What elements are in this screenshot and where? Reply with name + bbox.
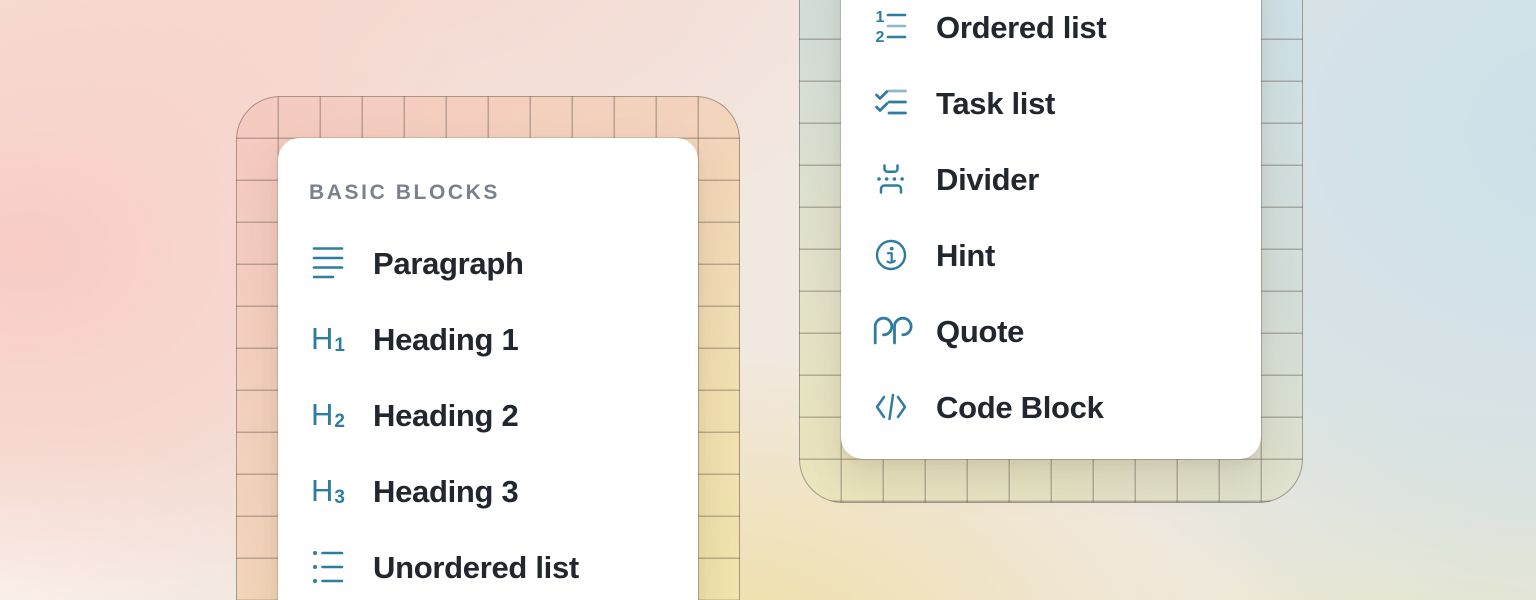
menu-item-label: Quote (936, 316, 1024, 347)
heading-2-icon: H2 (309, 396, 347, 434)
basic-blocks-list: Paragraph H1 Heading 1 H2 Heading 2 H3 Heading… (309, 225, 678, 600)
menu-item-task-list[interactable]: Task list (872, 65, 1241, 141)
menu-item-paragraph[interactable]: Paragraph (309, 225, 678, 301)
section-label: BASIC BLOCKS (309, 182, 678, 204)
menu-item-divider[interactable]: Divider (872, 141, 1241, 217)
menu-item-label: Paragraph (373, 248, 524, 279)
more-blocks-list: 12Ordered list Task list Divider Hint Qu… (872, 0, 1241, 445)
task-list-icon (872, 84, 910, 122)
menu-item-label: Heading 3 (373, 476, 518, 507)
menu-item-label: Code Block (936, 392, 1104, 423)
unordered-list-icon (309, 548, 347, 586)
menu-item-label: Task list (936, 88, 1055, 119)
more-blocks-menu: 12Ordered list Task list Divider Hint Qu… (841, 0, 1261, 459)
svg-text:1: 1 (876, 9, 885, 26)
code-block-icon (872, 388, 910, 426)
menu-item-label: Ordered list (936, 12, 1106, 43)
menu-item-label: Divider (936, 164, 1039, 195)
menu-item-heading-2[interactable]: H2 Heading 2 (309, 377, 678, 453)
heading-3-icon: H3 (309, 472, 347, 510)
menu-item-heading-1[interactable]: H1 Heading 1 (309, 301, 678, 377)
paragraph-icon (309, 244, 347, 282)
menu-item-quote[interactable]: Quote (872, 293, 1241, 369)
quote-icon (872, 312, 910, 350)
menu-item-heading-3[interactable]: H3 Heading 3 (309, 453, 678, 529)
svg-text:2: 2 (876, 29, 885, 46)
menu-item-label: Unordered list (373, 552, 579, 583)
menu-item-label: Heading 1 (373, 324, 518, 355)
hero-canvas: BASIC BLOCKS Paragraph H1 Heading 1 H2 Headi… (0, 0, 1536, 600)
heading-1-icon: H1 (309, 320, 347, 358)
hint-icon (872, 236, 910, 274)
divider-icon (872, 160, 910, 198)
basic-blocks-menu: BASIC BLOCKS Paragraph H1 Heading 1 H2 Headi… (278, 138, 698, 600)
menu-item-code-block[interactable]: Code Block (872, 369, 1241, 445)
menu-item-hint[interactable]: Hint (872, 217, 1241, 293)
menu-item-label: Hint (936, 240, 995, 271)
ordered-list-icon: 12 (872, 8, 910, 46)
menu-item-unordered-list[interactable]: Unordered list (309, 529, 678, 600)
menu-item-label: Heading 2 (373, 400, 518, 431)
menu-item-ordered-list[interactable]: 12Ordered list (872, 0, 1241, 65)
